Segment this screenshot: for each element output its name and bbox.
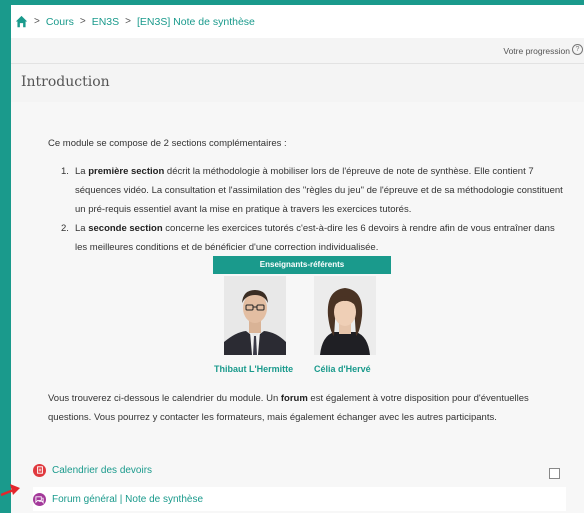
paragraph-text-pre: Vous trouverez ci-dessous le calendrier … [48,393,281,404]
section-title: Introduction [21,74,110,90]
paragraph-text-bold: forum [280,393,308,404]
list-text-pre: La [75,223,89,234]
teacher-photo-thibaut [224,276,286,355]
assignment-icon [33,463,46,477]
pointer-arrow [0,484,20,497]
list-text-bold: seconde section [88,223,163,234]
list-item: 1. La première section décrit la méthodo… [61,162,566,219]
list-text-pre: La [75,166,89,177]
progress-label: Votre progression [503,46,570,56]
list-text-bold: première section [88,166,165,177]
activity-forum[interactable]: Forum général | Note de synthèse [33,487,566,511]
breadcrumb-separator: > [79,16,86,27]
section-content: Ce module se compose de 2 sections compl… [11,102,584,513]
section-header: Introduction [11,63,584,103]
breadcrumb-item-course[interactable]: [EN3S] Note de synthèse [137,16,255,28]
forum-icon [33,492,46,506]
calendar-forum-paragraph: Vous trouverez ci-dessous le calendrier … [48,389,548,427]
teacher-name-celia[interactable]: Célia d'Hervé [314,364,371,374]
list-number: 2. [61,223,69,234]
breadcrumb-item-en3s[interactable]: EN3S [92,16,119,28]
list-item: 2. La seconde section concerne les exerc… [61,219,566,257]
help-icon[interactable]: ? [572,44,583,55]
activity-calendar-label[interactable]: Calendrier des devoirs [52,465,152,476]
progress-bar-row: Votre progression ? [11,38,584,63]
sections-list: 1. La première section décrit la méthodo… [61,162,566,257]
breadcrumb: > Cours > EN3S > [EN3S] Note de synthèse [11,5,584,38]
teacher-photo-celia [314,276,376,355]
breadcrumb-item-cours[interactable]: Cours [46,16,74,28]
list-number: 1. [61,166,69,177]
teachers-banner: Enseignants-référents [213,256,391,274]
breadcrumb-separator: > [125,16,131,27]
breadcrumb-separator: > [34,16,40,27]
intro-text: Ce module se compose de 2 sections compl… [48,138,287,149]
teacher-name-thibaut[interactable]: Thibaut L'Hermitte [214,364,293,374]
home-icon[interactable] [15,15,28,28]
activity-forum-label[interactable]: Forum général | Note de synthèse [52,494,203,505]
course-frame-left [0,0,11,513]
completion-checkbox[interactable] [549,468,560,479]
activity-calendar[interactable]: Calendrier des devoirs [33,460,152,480]
